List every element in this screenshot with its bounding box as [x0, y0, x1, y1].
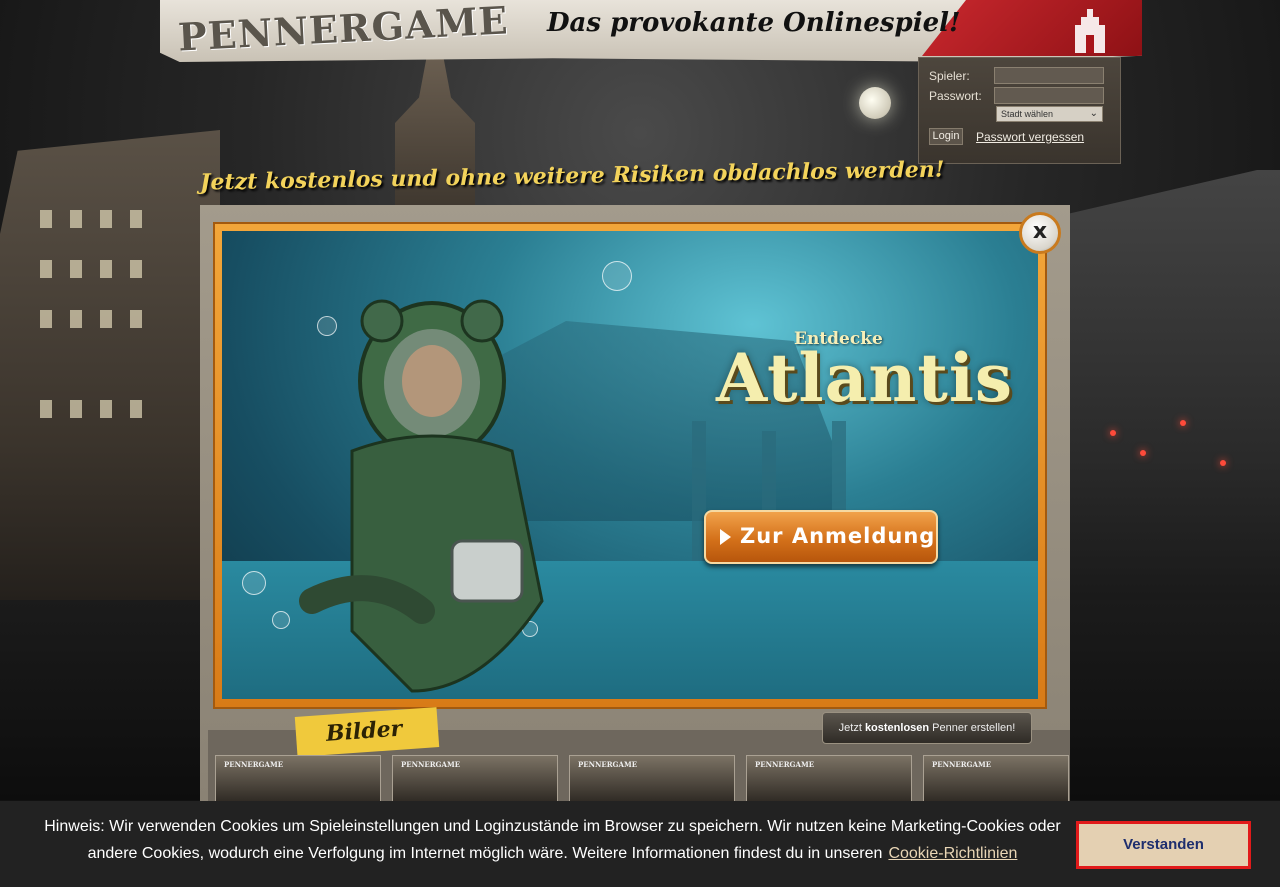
thumbnail-logo: PENNERGAME — [224, 760, 284, 769]
bubble — [602, 261, 632, 291]
player-label: Spieler: — [929, 69, 970, 83]
header-slogan: Das provokante Onlinespiel! — [547, 8, 961, 38]
close-button[interactable]: x — [1019, 212, 1061, 254]
cookie-accept-button[interactable]: Verstanden — [1076, 821, 1251, 869]
register-cta-label: Zur Anmeldung — [740, 524, 936, 548]
screenshot-thumbnail[interactable]: PENNERGAME — [923, 755, 1069, 803]
cookie-policy-link[interactable]: Cookie-Richtlinien — [888, 845, 1017, 862]
atlantis-promo-image: Entdecke Atlantis Zur Anmeldung — [222, 231, 1038, 699]
create-penner-button[interactable]: Jetzt kostenlosen Penner erstellen! — [822, 712, 1032, 744]
screenshot-thumbnail[interactable]: PENNERGAME — [746, 755, 912, 803]
register-cta-button[interactable]: Zur Anmeldung — [704, 510, 938, 564]
cookie-message-block: Hinweis: Wir verwenden Cookies um Spiele… — [30, 813, 1075, 867]
create-penner-bold: kostenlosen — [864, 722, 930, 734]
thumbnail-logo: PENNERGAME — [401, 760, 461, 769]
city-select[interactable]: Stadt wählen ⌄ — [996, 106, 1103, 122]
password-input[interactable] — [994, 87, 1104, 104]
create-penner-suffix: Penner erstellen! — [929, 722, 1016, 734]
building-right — [1050, 170, 1280, 650]
login-panel: Spieler: Passwort: Stadt wählen ⌄ Login … — [918, 57, 1121, 164]
screenshot-thumbnail[interactable]: PENNERGAME — [392, 755, 558, 803]
city-select-value: Stadt wählen — [1001, 109, 1054, 119]
screenshot-thumbnail[interactable]: PENNERGAME — [569, 755, 735, 803]
create-penner-prefix: Jetzt — [838, 722, 865, 734]
forgot-password-link[interactable]: Passwort vergessen — [976, 130, 1084, 144]
hamburg-castle-icon — [1075, 9, 1105, 53]
moon — [859, 87, 891, 119]
player-input[interactable] — [994, 67, 1104, 84]
promo-title: Atlantis — [716, 339, 1014, 417]
screenshot-thumbnail[interactable]: PENNERGAME — [215, 755, 381, 803]
password-label: Passwort: — [929, 89, 982, 103]
cookie-banner: Hinweis: Wir verwenden Cookies um Spiele… — [0, 801, 1280, 887]
bubble — [242, 571, 266, 595]
thumbnail-logo: PENNERGAME — [932, 760, 992, 769]
chevron-down-icon: ⌄ — [1089, 108, 1098, 119]
diver-illustration — [299, 299, 544, 693]
play-arrow-icon — [720, 529, 731, 545]
building-left — [0, 130, 220, 650]
thumbnail-logo: PENNERGAME — [578, 760, 638, 769]
thumbnail-logo: PENNERGAME — [755, 760, 815, 769]
login-button[interactable]: Login — [929, 128, 963, 145]
